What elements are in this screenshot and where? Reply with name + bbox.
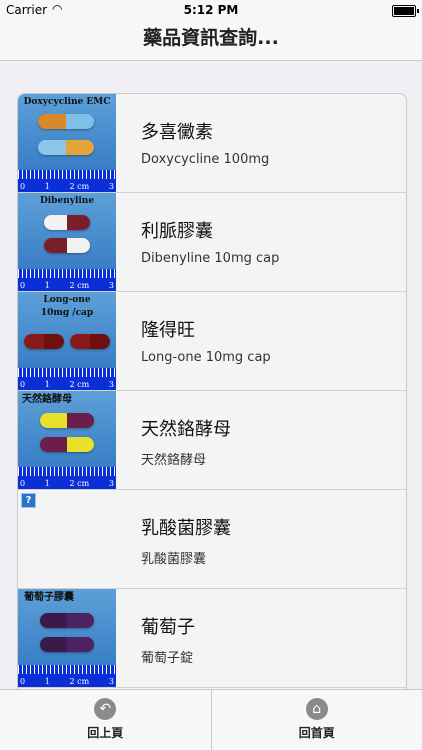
- drug-row[interactable]: ? 乳酸菌膠囊 乳酸菌膠囊: [18, 490, 406, 589]
- home-icon: ⌂: [305, 698, 328, 720]
- drug-row[interactable]: Doxycycline EMC 012 cm 3 多喜黴素 Doxycycline…: [18, 94, 406, 193]
- drug-name: 多喜黴素: [141, 122, 213, 143]
- navigation-bar: 藥品資訊查詢...: [0, 20, 422, 61]
- drug-image-placeholder: ?: [18, 490, 116, 588]
- back-button[interactable]: ↶ 回上頁: [0, 690, 211, 750]
- back-button-label: 回上頁: [87, 726, 124, 740]
- drug-row[interactable]: 天然鉻酵母 012 cm 3 天然鉻酵母 天然鉻酵母: [18, 391, 406, 490]
- drug-row[interactable]: 葡萄子膠囊 012 cm 3 葡萄子 葡萄子錠: [18, 589, 406, 688]
- capsule-image: [38, 114, 94, 129]
- drug-list[interactable]: Doxycycline EMC 012 cm 3 多喜黴素 Doxycycline…: [17, 93, 407, 715]
- drug-image: Long-one 10mg /cap 012 cm 3: [18, 292, 116, 390]
- capsule-image: [44, 238, 90, 253]
- drug-image-caption: Long-one 10mg /cap: [40, 295, 94, 318]
- drug-row[interactable]: Dibenyline 012 cm 3 利脈膠囊 Dibenyline 10mg …: [18, 193, 406, 292]
- drug-name: 乳酸菌膠囊: [141, 518, 231, 539]
- drug-image-caption: Doxycycline EMC: [23, 97, 111, 107]
- drug-name: 利脈膠囊: [141, 221, 213, 242]
- drug-row[interactable]: Long-one 10mg /cap 012 cm 3 隆得旺 Long-one …: [18, 292, 406, 391]
- drug-image: 天然鉻酵母 012 cm 3: [18, 391, 116, 489]
- capsule-image: [40, 413, 94, 428]
- capsule-image: [40, 637, 94, 652]
- drug-image: 葡萄子膠囊 012 cm 3: [18, 589, 116, 687]
- drug-description: 乳酸菌膠囊: [141, 552, 207, 567]
- drug-name: 天然鉻酵母: [141, 419, 231, 440]
- home-button-label: 回首頁: [298, 726, 335, 740]
- capsule-image: [70, 334, 110, 349]
- drug-description: 天然鉻酵母: [141, 453, 207, 468]
- battery-icon: [392, 5, 419, 17]
- drug-description: 葡萄子錠: [141, 651, 194, 666]
- drug-name: 隆得旺: [141, 320, 195, 341]
- drug-image-caption: Dibenyline: [39, 196, 95, 206]
- drug-description: Dibenyline 10mg cap: [141, 251, 280, 266]
- capsule-image: [44, 215, 90, 230]
- capsule-image: [40, 437, 94, 452]
- drug-image-caption: 天然鉻酵母: [22, 394, 72, 405]
- drug-image: Doxycycline EMC 012 cm 3: [18, 94, 116, 192]
- back-arrow-icon: ↶: [94, 698, 117, 720]
- capsule-image: [40, 613, 94, 628]
- bottom-toolbar: ↶ 回上頁 ⌂ 回首頁: [0, 689, 422, 750]
- capsule-image: [24, 334, 64, 349]
- home-button[interactable]: ⌂ 回首頁: [210, 690, 422, 750]
- missing-image-icon: ?: [21, 493, 36, 508]
- drug-image: Dibenyline 012 cm 3: [18, 193, 116, 291]
- status-bar: Carrier ◠ 5:12 PM: [0, 0, 422, 20]
- clock: 5:12 PM: [183, 3, 239, 17]
- page-title: 藥品資訊查詢...: [143, 27, 279, 49]
- drug-image-caption: 葡萄子膠囊: [24, 592, 74, 603]
- drug-name: 葡萄子: [141, 617, 195, 638]
- drug-description: Doxycycline 100mg: [141, 152, 270, 167]
- capsule-image: [38, 140, 94, 155]
- drug-description: Long-one 10mg cap: [141, 350, 271, 365]
